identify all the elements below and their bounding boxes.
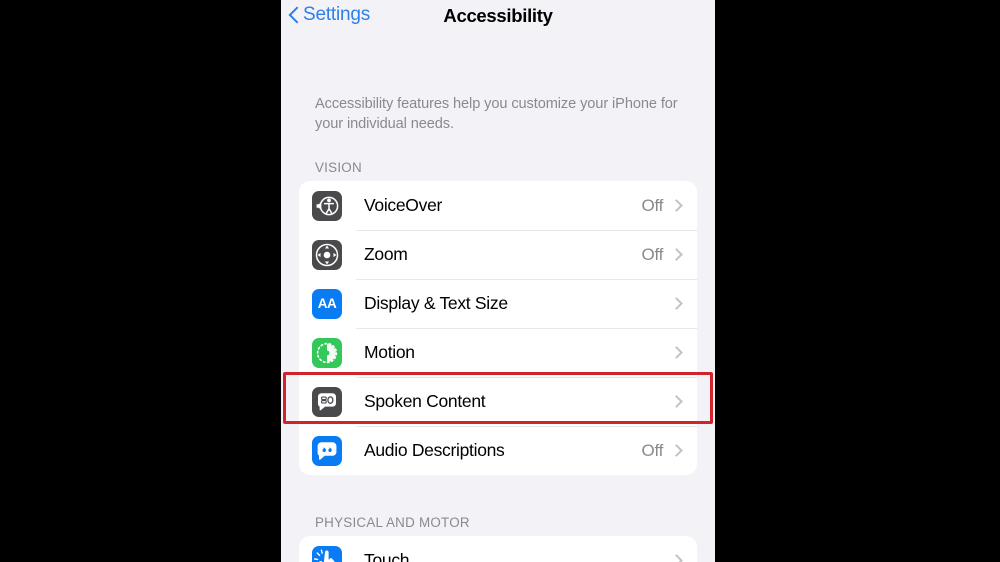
- spoken-content-icon: [312, 386, 342, 417]
- row-label: Display & Text Size: [364, 293, 508, 313]
- page-title: Accessibility: [443, 5, 553, 26]
- chevron-right-icon: [670, 554, 683, 562]
- voiceover-glyph: [316, 196, 339, 215]
- chevron-right-icon: [670, 395, 683, 408]
- vision-settings-card: VoiceOver Off Zoom Off AA Display & Text…: [299, 181, 697, 475]
- row-motion[interactable]: Motion: [299, 328, 697, 377]
- screenshot-stage: Settings Accessibility Accessibility fea…: [0, 0, 1000, 562]
- chevron-right-icon: [670, 248, 683, 261]
- iphone-settings-screen: Settings Accessibility Accessibility fea…: [281, 0, 715, 562]
- row-label: Touch: [364, 550, 410, 562]
- row-touch[interactable]: Touch: [299, 536, 697, 562]
- row-label: Spoken Content: [364, 391, 486, 411]
- row-value: Off: [641, 440, 664, 460]
- section-header-vision: VISION: [315, 160, 362, 175]
- row-label: VoiceOver: [364, 195, 443, 215]
- navigation-bar: Settings Accessibility: [281, 0, 715, 42]
- audio-descriptions-glyph: [317, 441, 337, 460]
- row-display-text-size[interactable]: AA Display & Text Size: [299, 279, 697, 328]
- row-spoken-content[interactable]: Spoken Content: [299, 377, 697, 426]
- motion-icon: [312, 337, 342, 368]
- zoom-pan-glyph: [315, 243, 339, 266]
- row-value: Off: [641, 244, 664, 264]
- row-voiceover[interactable]: VoiceOver Off: [299, 181, 697, 230]
- accessibility-description: Accessibility features help you customiz…: [315, 96, 678, 132]
- aa-glyph: AA: [317, 296, 337, 311]
- motion-glyph: [316, 342, 338, 363]
- chevron-right-icon: [670, 199, 683, 212]
- zoom-pan-icon: [312, 239, 342, 270]
- spoken-content-glyph: [318, 392, 336, 410]
- chevron-right-icon: [670, 297, 683, 310]
- display-text-size-icon: AA: [312, 288, 342, 319]
- row-label: Motion: [364, 342, 415, 362]
- row-zoom[interactable]: Zoom Off: [299, 230, 697, 279]
- row-label: Zoom: [364, 244, 408, 264]
- voiceover-icon: [312, 190, 342, 221]
- chevron-right-icon: [670, 346, 683, 359]
- section-header-physical-and-motor: PHYSICAL AND MOTOR: [315, 515, 470, 530]
- physical-motor-settings-card: Touch: [299, 536, 697, 562]
- row-audio-descriptions[interactable]: Audio Descriptions Off: [299, 426, 697, 475]
- row-label: Audio Descriptions: [364, 440, 505, 460]
- audio-descriptions-icon: [312, 435, 342, 466]
- chevron-right-icon: [670, 444, 683, 457]
- row-value: Off: [641, 195, 664, 215]
- touch-hand-icon: [312, 545, 342, 562]
- touch-hand-glyph: [313, 549, 336, 562]
